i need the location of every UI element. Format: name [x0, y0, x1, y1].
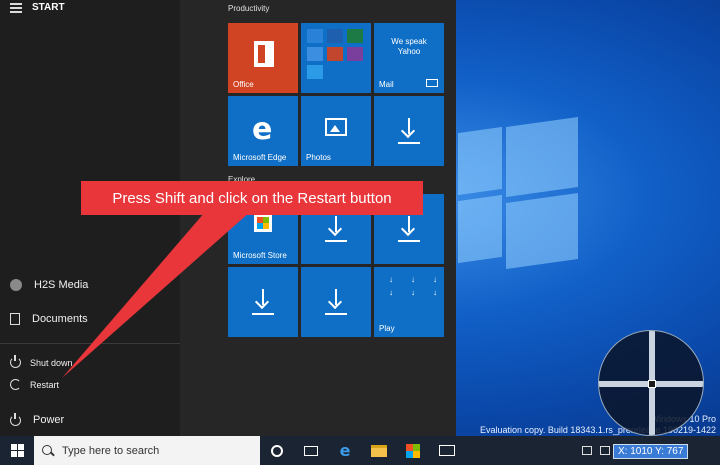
callout-arrow — [62, 212, 250, 378]
callout-arrow-shape — [62, 212, 250, 378]
instruction-callout: Press Shift and click on the Restart but… — [81, 181, 423, 215]
coordinates-readout: X: 1010 Y: 767 — [613, 444, 689, 459]
